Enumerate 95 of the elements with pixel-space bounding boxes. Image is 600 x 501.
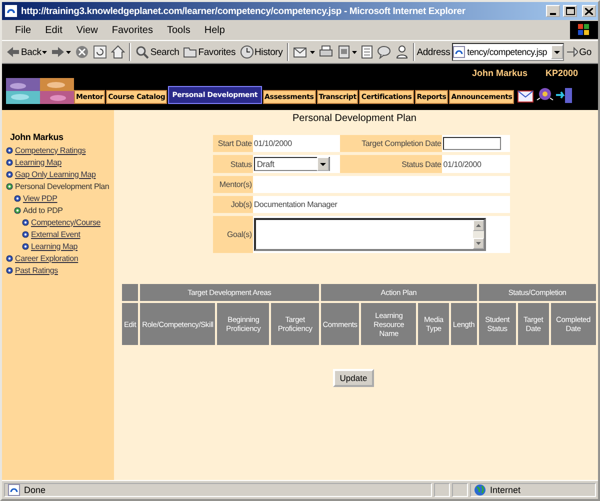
ie-page-icon [453,46,466,58]
search-button[interactable]: Search [133,42,182,62]
menu-item[interactable]: Favorites [104,24,160,36]
mail-icon [292,45,309,59]
sidebar-link[interactable]: Career Exploration [15,254,78,262]
bullet-icon [6,158,13,166]
sidebar-link[interactable]: Gap Only Learning Map [15,170,96,178]
sidebar-link[interactable]: Competency/Course [31,218,101,226]
maximize-button[interactable] [563,5,577,17]
bullet-icon [14,206,21,214]
sidebar-heading: John Markus [10,132,64,142]
globe-icon [474,484,486,496]
dropdown-arrow-icon [554,50,560,54]
bullet-icon [6,182,13,190]
maximize-icon [566,7,574,15]
status-text: Done [4,483,432,497]
person-icon [394,45,409,59]
scroll-down-icon [476,242,481,245]
bullet-icon [6,146,13,154]
stop-icon [75,45,90,59]
menu-item[interactable]: File [8,24,38,36]
status-dropdown[interactable]: Draft [254,157,330,171]
status-date-value: 01/10/2000 [442,155,510,173]
page-title: Personal Development Plan [292,113,416,124]
goals-text-area[interactable] [254,218,486,251]
sidebar-item: Add to PDP [23,206,63,214]
history-button[interactable]: History [238,42,285,62]
favorites-button[interactable]: Favorites [181,42,238,62]
page-icon [360,45,373,59]
scroll-up-icon [476,224,481,227]
field-label: Target Completion Date [340,135,442,152]
status-panel [434,483,450,497]
folder-icon [183,46,198,58]
bullet-icon [22,218,29,226]
jobs-value: Documentation Manager [252,196,510,213]
speech-bubble-icon [376,45,391,59]
address-label: Address [416,46,450,58]
sidebar-link[interactable]: Learning Map [31,242,78,250]
close-icon [585,8,593,14]
dropdown-arrow-icon [66,50,72,54]
back-button[interactable]: Back [4,42,50,62]
sidebar-link[interactable]: External Event [31,230,80,238]
field-label: Status [212,155,253,173]
bullet-icon [14,194,21,202]
address-field[interactable]: tency/competency.jsp [452,43,564,61]
date-input-field[interactable] [443,137,502,150]
blank-header [122,284,138,301]
dropdown-arrow-icon [42,50,48,54]
dropdown-arrow-icon [352,50,357,54]
status-panel [452,483,468,497]
field-label: Mentor(s) [212,176,253,193]
home-icon [111,45,126,59]
user-name: John Markus [472,68,528,78]
document-icon [336,45,351,59]
minimize-button[interactable] [546,5,560,17]
back-arrow-icon [6,46,20,58]
ie-page-icon [8,484,20,496]
field-label: Start Date [212,135,253,152]
company-code: KP2000 [545,68,578,78]
mail-icon [517,88,536,104]
printer-icon [318,45,333,59]
dropdown-arrow-icon [310,50,315,54]
sidebar-link[interactable]: Learning Map [15,158,62,166]
start-date-value: 01/10/2000 [252,135,340,152]
scrollbar[interactable] [472,220,484,249]
ie-page-icon [4,4,18,18]
bullet-icon [6,266,13,274]
menu-item[interactable]: Edit [38,24,70,36]
field-label: Status Date [340,155,442,173]
security-zone: Internet [470,483,596,497]
search-icon [135,45,150,59]
bullet-icon [22,230,29,238]
menu-item[interactable]: View [69,24,105,36]
bullet-icon [6,170,13,178]
flag-icon [578,24,590,36]
window-title: http://training3.knowledgeplanet.com/learner/competency/competency.jsp - Microsoft Internet Explorer [21,6,466,16]
field-label: Job(s) [212,196,253,213]
go-arrow-icon [566,46,578,58]
update-button[interactable]: Update [332,369,374,387]
field-label: Goal(s) [212,216,253,253]
dropdown-arrow-icon [320,162,326,166]
menu-item[interactable]: Tools [160,24,198,36]
exit-door-icon [555,86,574,104]
clock-icon [240,45,254,59]
bullet-icon [6,254,13,262]
menu-item[interactable]: Help [197,24,232,36]
sidebar-link[interactable]: Past Ratings [15,266,58,274]
close-button[interactable] [582,5,596,17]
sidebar-link[interactable]: Competency Ratings [15,146,86,154]
refresh-icon [93,45,108,59]
forward-arrow-icon [51,46,66,58]
sidebar-link[interactable]: View PDP [23,194,58,202]
go-button[interactable]: Go [564,42,594,62]
bullet-icon [22,242,29,250]
sidebar-item: Personal Development Plan [15,182,110,190]
